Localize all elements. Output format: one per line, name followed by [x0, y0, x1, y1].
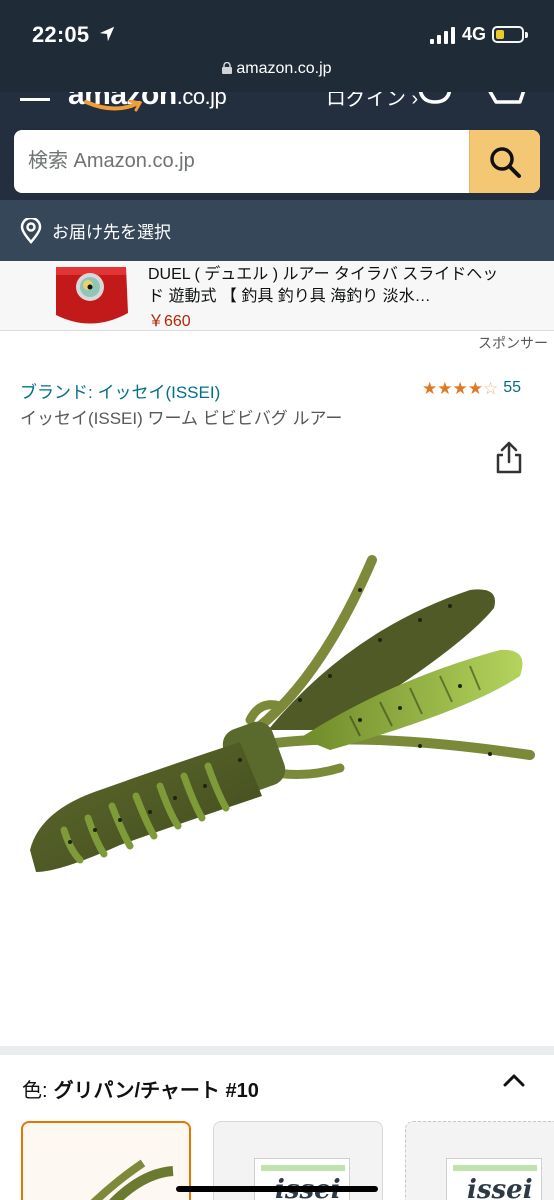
sponsored-ad-banner[interactable]: DUEL ( デュエル ) ルアー タイラバ スライドヘッド 遊動式 【 釣具 … — [0, 261, 554, 331]
delivery-location-bar[interactable]: お届け先を選択 — [0, 200, 554, 261]
section-divider — [0, 1046, 554, 1055]
ad-product-image — [56, 267, 128, 324]
location-pin-icon — [20, 217, 42, 244]
lure-illustration — [30, 555, 535, 872]
selected-color: グリパン/チャート #10 — [53, 1080, 259, 1102]
logo-smile-icon — [84, 100, 143, 112]
home-indicator[interactable] — [176, 1186, 378, 1192]
star-icon: ★ — [437, 378, 453, 398]
product-image[interactable] — [0, 480, 554, 1046]
swatch-package-image: issei — [446, 1158, 542, 1200]
address-url: amazon.co.jp — [236, 60, 332, 77]
share-icon[interactable] — [494, 440, 524, 474]
delivery-label: お届け先を選択 — [52, 223, 171, 242]
brand-link[interactable]: ブランド: イッセイ(ISSEI) — [20, 378, 220, 403]
status-time: 22:05 — [32, 22, 90, 47]
site-header: amazon.co.jp ログイン › — [0, 92, 554, 200]
lock-icon — [222, 62, 233, 74]
signin-link[interactable]: ログイン › — [326, 92, 418, 111]
ad-price: ￥660 — [148, 313, 191, 330]
review-count: 55 — [503, 379, 522, 396]
location-arrow-icon — [99, 26, 115, 42]
search-input[interactable] — [14, 130, 469, 193]
address-bar[interactable]: amazon.co.jp — [0, 60, 554, 78]
search-button[interactable] — [469, 130, 540, 193]
account-icon[interactable] — [418, 92, 452, 104]
search-icon — [490, 146, 521, 178]
hamburger-menu-icon[interactable] — [20, 92, 50, 106]
star-icon: ★ — [452, 378, 468, 398]
star-icon: ★ — [422, 378, 438, 398]
swatch-lure-image — [90, 1159, 174, 1200]
swatch-package-image: issei — [254, 1158, 350, 1200]
color-swatch[interactable]: issei — [405, 1121, 554, 1200]
ad-title: DUEL ( デュエル ) ルアー タイラバ スライドヘッド 遊動式 【 釣具 … — [148, 266, 499, 305]
star-empty-icon: ☆ — [483, 378, 499, 398]
color-label: 色: — [22, 1080, 48, 1102]
signal-strength-icon — [430, 27, 455, 44]
logo-tld: .co.jp — [176, 92, 227, 109]
star-icon: ★ — [467, 378, 483, 398]
rating-summary[interactable]: ★ ★ ★ ★ ☆ 55 — [422, 379, 521, 397]
color-selector-label: 色: グリパン/チャート #10 — [22, 1074, 259, 1103]
product-title: イッセイ(ISSEI) ワーム ビビビバグ ルアー — [20, 409, 343, 428]
color-swatch[interactable] — [21, 1121, 191, 1200]
star-rating: ★ ★ ★ ★ ☆ — [422, 380, 498, 397]
status-bar: 22:05 4G amazon.co.jp — [0, 0, 554, 92]
chevron-up-icon[interactable] — [502, 1070, 526, 1090]
network-type: 4G — [462, 24, 487, 44]
package-brand: issei — [467, 1175, 533, 1200]
cart-icon[interactable] — [486, 92, 526, 106]
battery-icon — [492, 26, 528, 43]
search-bar — [14, 130, 540, 193]
sponsored-label[interactable]: スポンサー — [478, 333, 548, 353]
